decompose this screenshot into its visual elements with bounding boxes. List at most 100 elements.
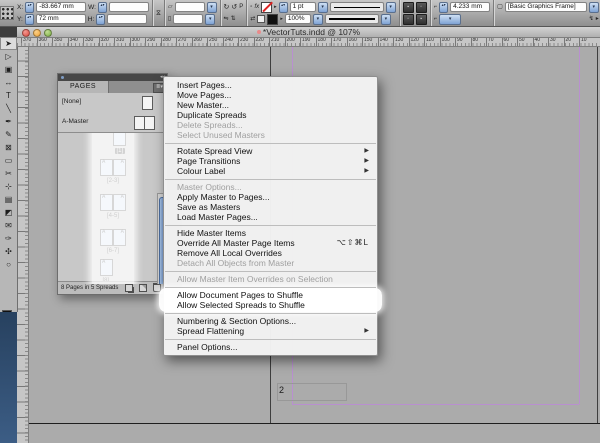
stroke-color-swatch[interactable] (261, 1, 273, 13)
rotate-cw-icon[interactable]: ↻ (224, 3, 230, 12)
master-row-a-master[interactable]: A-Master (58, 113, 167, 132)
rotate-ccw-icon[interactable]: ↺ (231, 3, 237, 12)
object-style-dropdown[interactable]: [Basic Graphics Frame] (504, 2, 587, 12)
scale-y-dropdown-button[interactable]: ▾ (205, 13, 216, 25)
opacity-dropdown-button[interactable]: ▾ (312, 13, 323, 25)
w-stepper[interactable]: ▴▾ (97, 1, 107, 13)
y-field[interactable]: 72 mm (35, 14, 86, 24)
scissors-tool[interactable]: ✂ (0, 167, 17, 180)
stroke-style-dropdown[interactable] (329, 2, 384, 12)
menu-item-allow-selected-spreads-to-shuffle[interactable]: Allow Selected Spreads to Shuffle (164, 300, 377, 310)
fill-color-swatch[interactable] (267, 13, 279, 25)
overprint-checkbox[interactable] (257, 15, 266, 23)
menu-item-spread-flattening[interactable]: ▶ Spread Flattening (164, 326, 377, 336)
pages-panel-drag-bar[interactable]: ◂◂ (58, 74, 167, 81)
menu-item-colour-label[interactable]: ▶ Colour Label (164, 166, 377, 176)
line-tool[interactable]: ╲ (0, 102, 17, 115)
master-thumbnail[interactable] (144, 116, 155, 130)
effects-fx-icon[interactable]: fx (254, 3, 259, 12)
menu-item-hide-master-items[interactable]: Hide Master Items (164, 228, 377, 238)
corner-radius-stepper[interactable]: ▴▾ (439, 1, 449, 13)
selection-tool[interactable]: ➤ (0, 37, 17, 50)
master-row-none[interactable]: [None] (58, 93, 167, 112)
wrap-bounding-button[interactable]: ▪ (415, 13, 427, 25)
fit-content-button[interactable]: ▫ (415, 1, 427, 13)
w-field[interactable] (108, 2, 149, 12)
edit-page-size-icon[interactable] (125, 284, 133, 292)
panel-toggle-icon[interactable]: ▸ (596, 15, 599, 24)
reference-point-proxy[interactable] (0, 0, 14, 26)
gradient-feather-tool[interactable]: ◩ (0, 206, 17, 219)
new-page-icon[interactable] (139, 284, 147, 292)
free-transform-tool[interactable]: ⊹ (0, 180, 17, 193)
drop-shadow-button[interactable]: ▪ (402, 1, 414, 13)
rectangle-tool[interactable]: ▭ (0, 154, 17, 167)
h-stepper[interactable]: ▴▾ (96, 13, 106, 25)
stroke-style-dropdown-button[interactable]: ▾ (385, 1, 396, 13)
flip-horizontal-icon[interactable]: ⇋ (224, 15, 229, 24)
tools-panel-header[interactable] (0, 26, 17, 37)
menu-item-page-transitions[interactable]: ▶ Page Transitions (164, 156, 377, 166)
ruler-tick: 320 (98, 37, 109, 46)
menu-item-panel-options[interactable]: Panel Options... (164, 342, 377, 352)
page-tool[interactable]: ▣ (0, 63, 17, 76)
pages-tab[interactable]: PAGES (58, 81, 109, 93)
y-stepper[interactable]: ▴▾ (24, 13, 34, 25)
flip-vertical-icon[interactable]: ⇅ (231, 15, 236, 24)
h-field[interactable] (107, 14, 148, 24)
panel-close-dot-icon[interactable] (61, 76, 64, 79)
stroke-weight-field[interactable]: 1 pt (289, 2, 316, 12)
menu-item-move-pages[interactable]: Move Pages... (164, 90, 377, 100)
eyedropper-tool[interactable]: ✑ (0, 232, 17, 245)
pencil-tool[interactable]: ✎ (0, 128, 17, 141)
window-title-bar[interactable]: *VectorTuts.indd @ 107% (17, 26, 600, 38)
menu-item-numbering-section-options[interactable]: Numbering & Section Options... (164, 316, 377, 326)
stroke-panel-icon[interactable]: ▫ (250, 3, 252, 12)
gradient-swatch-tool[interactable]: ▤ (0, 193, 17, 206)
scale-y-field[interactable] (173, 14, 204, 24)
gap-tool[interactable]: ↔ (0, 76, 17, 89)
x-field[interactable]: -83.667 mm (36, 2, 87, 12)
stroke-weight-dropdown-button[interactable]: ▾ (317, 1, 328, 13)
swap-fill-stroke-icon[interactable]: ⇄ (250, 15, 255, 24)
scale-x-field[interactable] (174, 2, 205, 12)
stroke-swatch-arrow-icon[interactable]: ▸ (274, 4, 277, 10)
menu-item-duplicate-spreads[interactable]: Duplicate Spreads (164, 110, 377, 120)
menu-item-save-as-masters[interactable]: Save as Masters (164, 202, 377, 212)
constrain-dimensions-icon[interactable]: ⧖ (156, 9, 161, 18)
menu-item-rotate-spread-view[interactable]: ▶ Rotate Spread View (164, 146, 377, 156)
quick-apply-icon[interactable]: ↯ (589, 15, 594, 24)
note-tool[interactable]: ✉ (0, 219, 17, 232)
zoom-tool[interactable]: ○ (0, 258, 17, 271)
hand-tool[interactable]: ✣ (0, 245, 17, 258)
wrap-none-button[interactable]: ▫ (402, 13, 414, 25)
x-stepper[interactable]: ▴▾ (25, 1, 35, 13)
pen-tool[interactable]: ✒ (0, 115, 17, 128)
stroke-type-dropdown-button[interactable]: ▾ (380, 13, 391, 25)
master-thumbnail[interactable] (142, 96, 153, 110)
menu-item-insert-pages[interactable]: Insert Pages... (164, 80, 377, 90)
object-style-dropdown-button[interactable]: ▾ (588, 1, 599, 13)
direct-selection-tool[interactable]: ▷ (0, 50, 17, 63)
menu-item-new-master[interactable]: New Master... (164, 100, 377, 110)
fill-swatch-arrow-icon[interactable]: ▸ (280, 16, 283, 22)
menu-item-label: Allow Document Pages to Shuffle (177, 290, 303, 300)
stroke-weight-stepper[interactable]: ▴▾ (278, 1, 288, 13)
corner-shape-dropdown-button[interactable]: ▾ (439, 13, 462, 25)
select-container-icon[interactable]: P (239, 3, 243, 12)
page-number-text-frame[interactable] (277, 383, 347, 401)
reference-point-grid-icon[interactable] (0, 6, 14, 20)
scale-x-dropdown-button[interactable]: ▾ (206, 1, 217, 13)
menu-item-override-all-master-page-items[interactable]: ⌥⇧⌘L Override All Master Page Items (164, 238, 377, 248)
menu-item-label: Apply Master to Pages... (177, 192, 270, 202)
type-tool[interactable]: T (0, 89, 17, 102)
opacity-field[interactable]: 100% (284, 14, 311, 24)
stroke-type-dropdown[interactable] (324, 14, 379, 24)
menu-item-remove-all-local-overrides[interactable]: Remove All Local Overrides (164, 248, 377, 258)
menu-item-allow-document-pages-to-shuffle[interactable]: Allow Document Pages to Shuffle (164, 290, 377, 300)
menu-item-load-master-pages[interactable]: Load Master Pages... (164, 212, 377, 222)
corner-radius-field[interactable]: 4.233 mm (450, 2, 491, 12)
rectangle-frame-tool[interactable]: ⊠ (0, 141, 17, 154)
menu-item-apply-master-to-pages[interactable]: Apply Master to Pages... (164, 192, 377, 202)
corner-options-group: ⌐ ▴▾ 4.233 mm ⌐ ▾ (429, 0, 494, 26)
